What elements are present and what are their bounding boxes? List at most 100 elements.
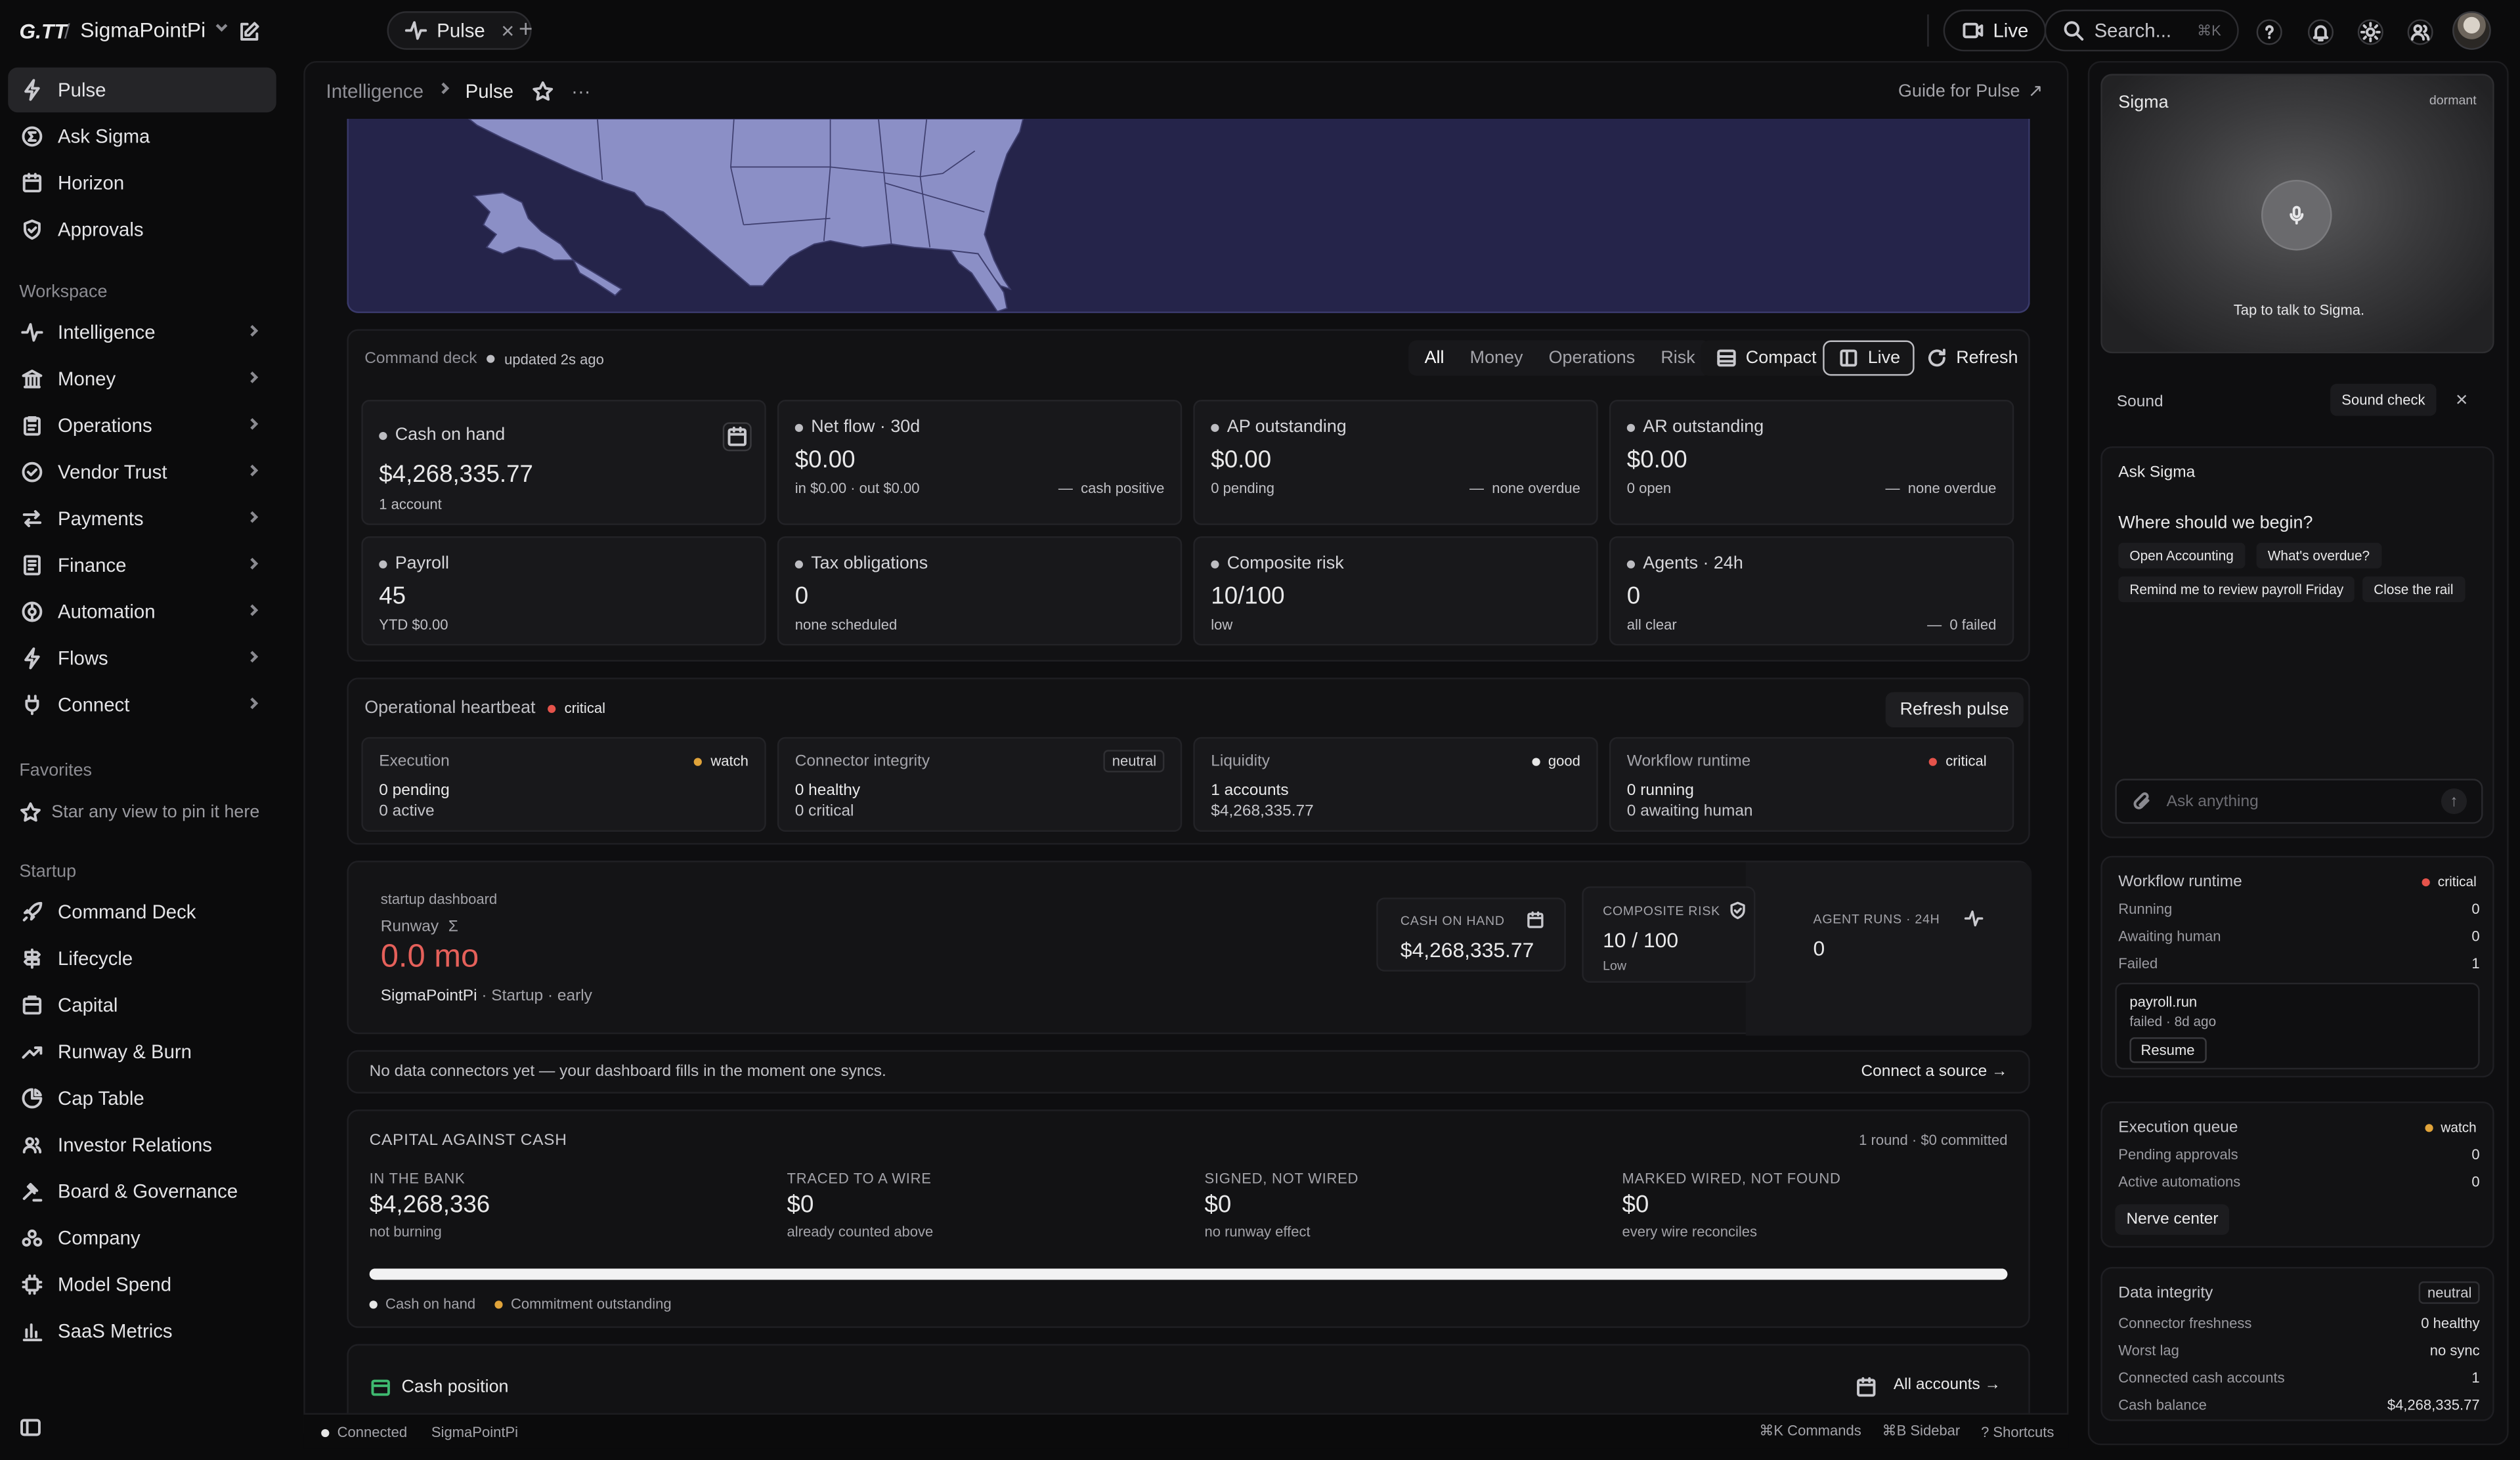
guide-link[interactable]: Guide for Pulse ↗	[1898, 80, 2043, 102]
compact-button[interactable]: Compact	[1701, 340, 1831, 376]
close-icon[interactable]: ×	[501, 18, 514, 43]
tile-label: AP outstanding	[1227, 417, 1347, 437]
sidebar-item-label: Model Spend	[58, 1273, 172, 1296]
tile-value: 0	[794, 582, 809, 611]
tab-risk[interactable]: Risk	[1648, 349, 1708, 368]
sidebar-item-lifecycle[interactable]: Lifecycle	[8, 936, 276, 981]
tile-ar-outstanding[interactable]: AR outstanding $0.00 0 open — none overdu…	[1609, 400, 2014, 525]
stat-composite-risk[interactable]: COMPOSITE RISK 10 / 100 Low	[1582, 886, 1756, 983]
sidebar-item-finance[interactable]: Finance	[8, 543, 276, 588]
capital-col-value: $0	[1622, 1191, 1649, 1219]
connect-source-link[interactable]: Connect a source →	[1861, 1063, 2007, 1081]
heartbeat-tile-connector-integrity[interactable]: Connector integrity neutral 0 healthy 0 …	[777, 737, 1183, 832]
sidebar-item-flows[interactable]: Flows	[8, 636, 276, 681]
commands-shortcut[interactable]: ⌘K Commands	[1759, 1423, 1861, 1440]
sidebar-item-approvals[interactable]: Approvals	[8, 207, 276, 252]
close-icon[interactable]: ×	[2456, 387, 2468, 411]
sidebar-item-company[interactable]: Company	[8, 1216, 276, 1260]
sidebar-item-intelligence[interactable]: Intelligence	[8, 310, 276, 354]
ask-question: Where should we begin?	[2118, 513, 2313, 534]
sound-check-button[interactable]: Sound check	[2330, 383, 2437, 416]
breadcrumb-separator: /	[64, 19, 70, 44]
more-icon[interactable]: ···	[571, 79, 590, 102]
calendar-icon[interactable]	[722, 422, 752, 452]
company-name: SigmaPointPi	[380, 987, 477, 1006]
sidebar-item-money[interactable]: Money	[8, 356, 276, 401]
connection-status: Connected	[337, 1423, 408, 1440]
heartbeat-tile-workflow-runtime[interactable]: Workflow runtime critical 0 running 0 aw…	[1609, 737, 2014, 832]
refresh-pulse-button[interactable]: Refresh pulse	[1885, 692, 2024, 728]
all-accounts-button[interactable]: All accounts →	[1894, 1376, 2001, 1394]
suggestion-chip[interactable]: What's overdue?	[2256, 542, 2381, 569]
paperclip-icon[interactable]	[2131, 790, 2154, 812]
tile-net-flow[interactable]: Net flow · 30d $0.00 in $0.00 · out $0.0…	[777, 400, 1183, 525]
tile-agents[interactable]: Agents · 24h 0 all clear —0 failed	[1609, 536, 2014, 646]
refresh-button[interactable]: Refresh	[1911, 341, 2033, 376]
tab-all[interactable]: All	[1412, 349, 1457, 368]
tile-composite-risk[interactable]: Composite risk 10/100 low	[1193, 536, 1598, 646]
bell-icon[interactable]	[2307, 19, 2334, 45]
mic-button[interactable]	[2263, 181, 2331, 249]
sidebar-item-board-governance[interactable]: Board & Governance	[8, 1169, 276, 1214]
suggestion-chip[interactable]: Open Accounting	[2118, 542, 2245, 569]
tile-cash-on-hand[interactable]: Cash on hand $4,268,335.77 1 account	[361, 400, 766, 525]
app-logo[interactable]: G.TT	[19, 19, 66, 43]
sidebar-item-label: Flows	[58, 647, 108, 670]
sidebar-item-connect[interactable]: Connect	[8, 683, 276, 727]
new-tab-icon[interactable]: +	[519, 16, 532, 43]
sidebar-item-vendor-trust[interactable]: Vendor Trust	[8, 450, 276, 494]
suggestion-chip[interactable]: Remind me to review payroll Friday	[2118, 576, 2355, 603]
tab-pulse[interactable]: Pulse ×	[387, 11, 532, 50]
transfer-icon	[21, 507, 43, 530]
sidebar-shortcut[interactable]: ⌘B Sidebar	[1882, 1423, 1961, 1440]
sidebar-item-pulse[interactable]: Pulse	[8, 67, 276, 113]
sidebar-item-automation[interactable]: Automation	[8, 590, 276, 634]
live-toggle-button[interactable]: Live	[1823, 340, 1915, 376]
sidebar-item-ask-sigma[interactable]: Ask Sigma	[8, 114, 276, 159]
search-box[interactable]: Search... ⌘K	[2044, 9, 2239, 52]
sidebar-item-investor-relations[interactable]: Investor Relations	[8, 1123, 276, 1167]
pulse-icon	[404, 19, 427, 41]
sidebar-item-horizon[interactable]: Horizon	[8, 161, 276, 205]
suggestion-chip[interactable]: Close the rail	[2362, 576, 2465, 603]
theme-sun-icon[interactable]	[2357, 19, 2383, 45]
sidebar-item-operations[interactable]: Operations	[8, 403, 276, 448]
calendar-icon[interactable]	[1855, 1376, 1877, 1398]
help-icon[interactable]	[2256, 19, 2282, 45]
heartbeat-tile-liquidity[interactable]: Liquidity good 1 accounts $4,268,335.77	[1193, 737, 1598, 832]
resume-button[interactable]: Resume	[2129, 1037, 2206, 1063]
kv-key: Pending approvals	[2118, 1146, 2238, 1163]
nerve-center-button[interactable]: Nerve center	[2115, 1204, 2230, 1235]
sidebar-item-model-spend[interactable]: Model Spend	[8, 1262, 276, 1307]
stat-cash-on-hand[interactable]: CASH ON HAND $4,268,335.77	[1376, 897, 1566, 972]
sidebar-item-command-deck[interactable]: Command Deck	[8, 890, 276, 934]
tile-ap-outstanding[interactable]: AP outstanding $0.00 0 pending — none ove…	[1193, 400, 1598, 525]
sidebar-item-saas-metrics[interactable]: SaaS Metrics	[8, 1308, 276, 1353]
ask-input[interactable]: Ask anything ↑	[2115, 779, 2483, 824]
sidebar-item-cap-table[interactable]: Cap Table	[8, 1076, 276, 1121]
stat-agent-runs[interactable]: AGENT RUNS · 24H 0	[1794, 897, 1987, 972]
breadcrumb-parent[interactable]: Intelligence	[326, 79, 424, 102]
sigma-voice-card[interactable]: Sigma dormant Tap to talk to Sigma.	[2100, 74, 2494, 354]
heartbeat-tile-execution[interactable]: Execution watch 0 pending 0 active	[361, 737, 766, 832]
tile-payroll[interactable]: Payroll 45 YTD $0.00	[361, 536, 766, 646]
live-button[interactable]: Live	[1943, 9, 2047, 52]
sidebar-item-label: Capital	[58, 994, 118, 1017]
stat-value: 10 / 100	[1603, 928, 1679, 953]
sidebar-item-payments[interactable]: Payments	[8, 496, 276, 541]
sidebar-item-runway-burn[interactable]: Runway & Burn	[8, 1029, 276, 1074]
tab-money[interactable]: Money	[1457, 349, 1536, 368]
avatar[interactable]	[2452, 11, 2491, 50]
star-icon[interactable]	[531, 79, 554, 102]
shortcuts-help[interactable]: ? Shortcuts	[1981, 1423, 2054, 1439]
sidebar-toggle-icon[interactable]	[19, 1416, 41, 1438]
team-icon[interactable]	[2407, 19, 2433, 45]
compose-icon[interactable]	[238, 21, 260, 43]
tile-tax-obligations[interactable]: Tax obligations 0 none scheduled	[777, 536, 1183, 646]
tab-operations[interactable]: Operations	[1536, 349, 1648, 368]
send-arrow-icon[interactable]: ↑	[2441, 788, 2467, 815]
workspace-switcher[interactable]: SigmaPointPi	[80, 18, 231, 42]
us-map[interactable]	[347, 119, 2030, 313]
tile-value: 10/100	[1211, 582, 1285, 611]
sidebar-item-capital[interactable]: Capital	[8, 983, 276, 1027]
